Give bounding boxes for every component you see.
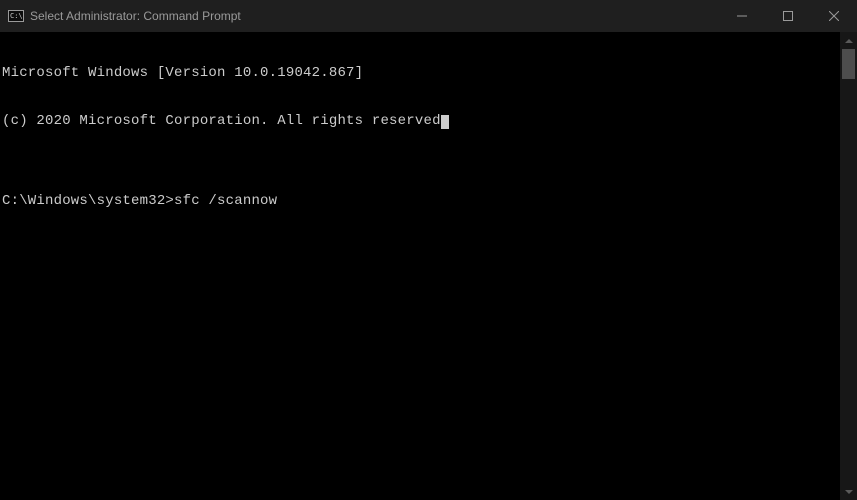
vertical-scrollbar[interactable]	[840, 32, 857, 500]
titlebar[interactable]: C:\ Select Administrator: Command Prompt	[0, 0, 857, 32]
cmd-icon: C:\	[8, 8, 24, 24]
scroll-down-button[interactable]	[840, 483, 857, 500]
scroll-thumb[interactable]	[842, 49, 855, 79]
svg-text:C:\: C:\	[10, 12, 23, 20]
prompt-line: C:\Windows\system32>sfc /scannow	[2, 193, 857, 209]
copyright-line: (c) 2020 Microsoft Corporation. All righ…	[2, 113, 857, 129]
version-line: Microsoft Windows [Version 10.0.19042.86…	[2, 65, 857, 81]
window-title: Select Administrator: Command Prompt	[30, 9, 241, 23]
scroll-up-button[interactable]	[840, 32, 857, 49]
minimize-button[interactable]	[719, 0, 765, 32]
terminal-output[interactable]: Microsoft Windows [Version 10.0.19042.86…	[0, 32, 857, 500]
command-text: sfc /scannow	[174, 193, 277, 209]
maximize-button[interactable]	[765, 0, 811, 32]
close-button[interactable]	[811, 0, 857, 32]
selection-cursor-block	[441, 115, 449, 129]
copyright-text-pre: (c) 2020 Microsoft Corporation. All righ…	[2, 113, 441, 129]
prompt-path: C:\Windows\system32>	[2, 193, 174, 209]
